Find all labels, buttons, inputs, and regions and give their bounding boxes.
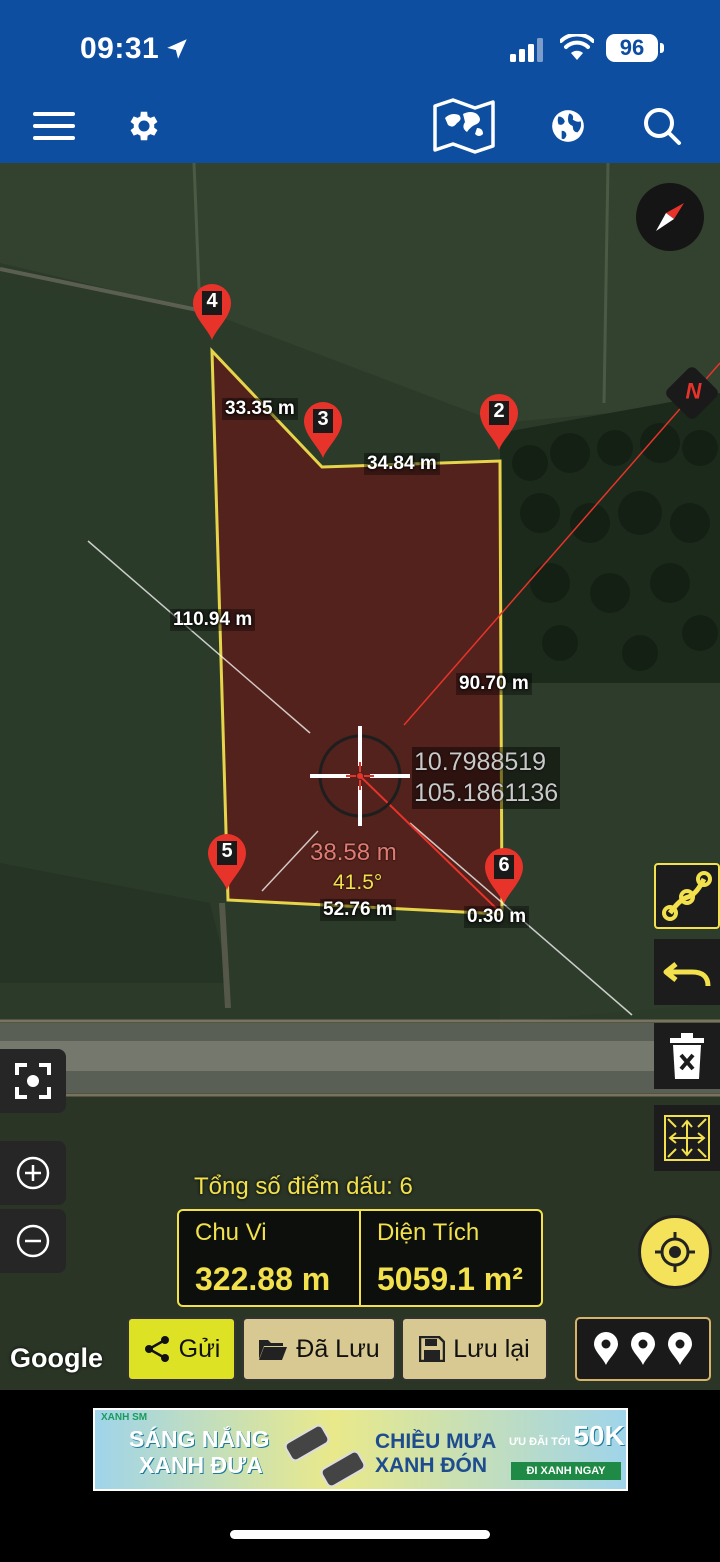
globe-icon (552, 110, 584, 142)
map-provider-logo: Google (10, 1343, 103, 1373)
crosshair-lng: 105.1861136 (412, 778, 561, 809)
expand-icon (664, 1115, 710, 1161)
edge-length-label: 0.30 m (464, 906, 530, 928)
saved-button[interactable]: Đã Lưu (242, 1317, 396, 1381)
send-label: Gửi (178, 1334, 221, 1363)
compass-needle-icon (656, 203, 684, 231)
markers-toggle-button[interactable] (575, 1317, 711, 1381)
north-label: N (685, 378, 702, 404)
focus-icon (15, 1063, 51, 1099)
ad-brand: XANH SM (101, 1412, 148, 1423)
perimeter-label: Chu Vi (195, 1219, 267, 1246)
home-indicator[interactable] (230, 1530, 490, 1539)
perimeter-box: Chu Vi 322.88 m (179, 1211, 359, 1305)
globe-button[interactable] (538, 96, 598, 156)
zoom-in-button[interactable] (0, 1141, 66, 1205)
ad-car-image (318, 1448, 368, 1489)
search-button[interactable] (632, 96, 692, 156)
map-type-button[interactable] (432, 96, 496, 156)
floppy-disk-icon (419, 1336, 446, 1362)
focus-area-button[interactable] (0, 1049, 66, 1113)
measurement-summary: Chu Vi 322.88 m Diện Tích 5059.1 m² (177, 1209, 543, 1307)
zoom-in-icon (16, 1156, 50, 1190)
wifi-icon (560, 34, 594, 60)
crosshair-distance: 38.58 m (310, 839, 397, 866)
point-marker[interactable]: 6 (484, 847, 524, 905)
send-button[interactable]: Gửi (127, 1317, 236, 1381)
point-marker[interactable]: 4 (192, 283, 232, 341)
crosshair-lat: 10.7988519 (412, 747, 561, 778)
area-value: 5059.1 m² (377, 1261, 523, 1297)
undo-icon (663, 962, 711, 987)
search-icon (644, 108, 681, 145)
perimeter-value: 322.88 m (195, 1261, 331, 1297)
saved-label: Đã Lưu (296, 1334, 380, 1363)
ad-area: XANH SM SÁNG NẮNG XANH ĐƯA CHIỀU MƯA XAN… (0, 1390, 720, 1562)
points-count-label: Tổng số điểm dấu: (194, 1173, 393, 1200)
my-location-button[interactable] (638, 1215, 712, 1289)
polyline-tool-button[interactable] (654, 863, 720, 929)
edge-length-label: 110.94 m (170, 609, 256, 631)
trash-icon (670, 1033, 704, 1079)
point-marker[interactable]: 5 (207, 833, 247, 891)
ad-headline-2: CHIỀU MƯA XANH ĐÓN (375, 1430, 497, 1477)
compass-button[interactable] (636, 183, 704, 251)
point-marker[interactable]: 2 (479, 393, 519, 451)
app-header: 09:31 96 (0, 0, 720, 163)
polyline-icon (662, 871, 712, 921)
satellite-map[interactable]: 33.35 m 34.84 m 110.94 m 90.70 m 52.76 m… (0, 163, 720, 1390)
folder-open-icon (259, 1340, 288, 1360)
share-icon (144, 1336, 169, 1362)
map-pin-icon (630, 1332, 655, 1365)
ad-cta-button[interactable]: ĐI XANH NGAY (511, 1462, 621, 1480)
map-type-icon (433, 98, 495, 154)
zoom-out-icon (16, 1224, 50, 1258)
delete-button[interactable] (654, 1023, 720, 1089)
battery-indicator: 96 (606, 34, 664, 62)
ad-headline-1: SÁNG NẮNG XANH ĐƯA (129, 1426, 270, 1478)
menu-icon (33, 112, 75, 140)
ad-banner[interactable]: XANH SM SÁNG NẮNG XANH ĐƯA CHIỀU MƯA XAN… (93, 1408, 628, 1491)
crosshair-gps-icon (655, 1232, 695, 1272)
crosshair-angle: 41.5° (333, 871, 383, 894)
area-label: Diện Tích (377, 1219, 480, 1246)
menu-button[interactable] (24, 96, 84, 156)
ad-car-image (282, 1422, 332, 1464)
crosshair-coordinates: 10.7988519 105.1861136 (412, 747, 561, 809)
points-count-value: 6 (399, 1173, 413, 1200)
points-count: Tổng số điểm dấu: 6 (194, 1173, 413, 1201)
location-arrow-icon (167, 39, 187, 59)
cell-signal-icon (510, 38, 543, 62)
map-imagery (0, 163, 720, 1390)
fit-bounds-button[interactable] (654, 1105, 720, 1171)
map-pin-icon (593, 1332, 618, 1365)
edge-length-label: 34.84 m (364, 453, 440, 475)
save-button[interactable]: Lưu lại (401, 1317, 548, 1381)
point-marker[interactable]: 3 (303, 401, 343, 459)
settings-button[interactable] (114, 96, 174, 156)
map-pin-icon (668, 1332, 693, 1365)
ad-promo: ƯU ĐÃI TỚI 50K (509, 1420, 625, 1451)
status-time: 09:31 (80, 32, 160, 65)
undo-button[interactable] (654, 939, 720, 1005)
edge-length-label: 33.35 m (222, 398, 298, 420)
zoom-out-button[interactable] (0, 1209, 66, 1273)
area-box: Diện Tích 5059.1 m² (359, 1211, 541, 1305)
settings-icon (130, 111, 158, 141)
edge-length-label: 52.76 m (320, 899, 396, 921)
save-label: Lưu lại (453, 1334, 530, 1363)
edge-length-label: 90.70 m (456, 673, 532, 695)
